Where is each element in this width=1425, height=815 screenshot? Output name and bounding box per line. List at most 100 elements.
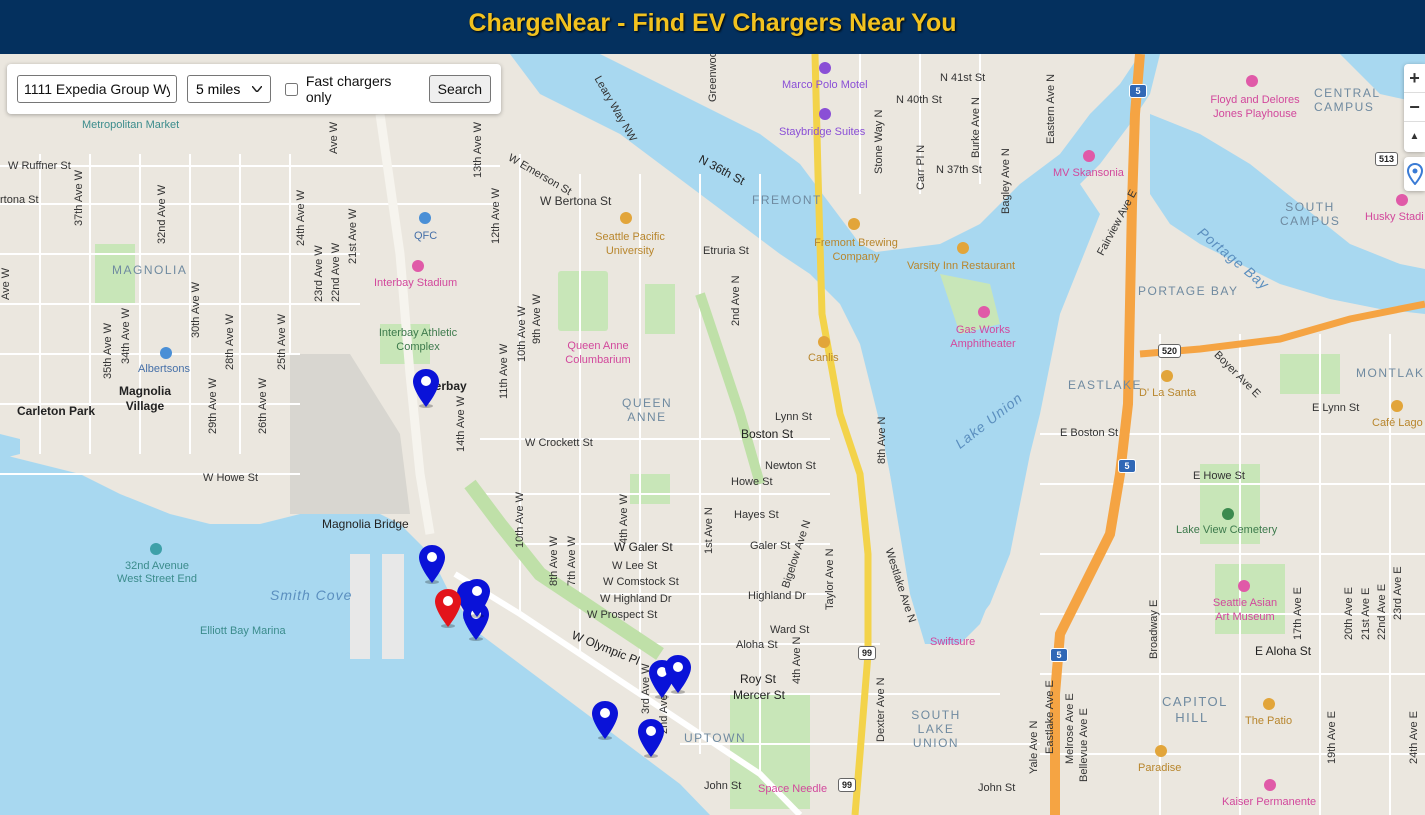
- street-label: E Aloha St: [1255, 644, 1312, 658]
- charger-marker[interactable]: [412, 368, 440, 408]
- user-location-marker[interactable]: [434, 588, 462, 628]
- area-label: QUEEN ANNE: [622, 396, 673, 424]
- place-label: MV Skansonia: [1053, 167, 1124, 179]
- street-label: 24th Ave E: [1408, 710, 1420, 764]
- salmon-bay-edge: [0, 434, 20, 459]
- charger-marker[interactable]: [664, 654, 692, 694]
- street-label: Ave W: [0, 267, 12, 300]
- street-label: Roy St: [740, 672, 777, 686]
- street-label: W Bertona St: [540, 194, 612, 208]
- street-label: 10th Ave W: [516, 305, 528, 362]
- map-canvas[interactable]: W Ruffner St rtona St W Bertona St W Eme…: [0, 54, 1425, 815]
- restaurant-icon: [1161, 370, 1173, 382]
- street-label: 29th Ave W: [207, 377, 219, 434]
- hotel-icon: [819, 108, 831, 120]
- street-label: 13th Ave W: [472, 121, 484, 178]
- street-label: 20th Ave E: [1343, 586, 1355, 640]
- street-label: 12th Ave W: [490, 187, 502, 244]
- street-label: W Lee St: [612, 560, 658, 572]
- hospital-icon: [1264, 779, 1276, 791]
- street-label: Bellevue Ave E: [1078, 708, 1090, 782]
- street-label: 17th Ave E: [1292, 586, 1304, 640]
- place-label: Swiftsure: [930, 636, 976, 648]
- place-label: Carleton Park: [17, 404, 96, 418]
- route-shield: 99: [858, 646, 877, 660]
- chevron-down-icon: [251, 86, 262, 92]
- street-label: Magnolia Bridge: [322, 517, 409, 531]
- place-label: Marco Polo Motel: [782, 79, 868, 91]
- street-label: 34th Ave W: [120, 307, 132, 364]
- place-label: Canlis: [808, 352, 839, 364]
- fast-chargers-checkbox[interactable]: [284, 82, 298, 96]
- drink-icon: [1155, 745, 1167, 757]
- stadium-icon: [412, 260, 424, 272]
- route-shield: 99: [838, 778, 857, 792]
- compass-reset-button[interactable]: ▲: [1404, 122, 1425, 151]
- interstate-shield: 5: [1129, 84, 1147, 98]
- sr520-highway: [1139, 300, 1425, 358]
- radius-select[interactable]: 5 miles: [187, 75, 271, 103]
- shopping-icon: [419, 212, 431, 224]
- zoom-in-button[interactable]: +: [1404, 64, 1425, 93]
- street-label: N 40th St: [896, 94, 942, 106]
- street-label: W Howe St: [203, 472, 259, 484]
- restaurant-icon: [957, 242, 969, 254]
- place-label: Interbay Stadium: [374, 277, 458, 289]
- fast-chargers-toggle[interactable]: Fast chargers only: [284, 73, 419, 105]
- street-label: Newton St: [765, 460, 816, 472]
- area-label: SOUTH LAKE UNION: [911, 708, 961, 750]
- street-label: 21st Ave E: [1360, 587, 1372, 640]
- street-label: Mercer St: [733, 688, 786, 702]
- north-arrow-icon: ▲: [1409, 131, 1420, 142]
- radius-selected-value: 5 miles: [196, 81, 241, 97]
- street-label: 7th Ave W: [566, 536, 578, 586]
- street-label: N 37th St: [936, 164, 982, 176]
- street-label: 4th Ave W: [618, 494, 630, 544]
- fast-chargers-label: Fast chargers only: [305, 73, 392, 105]
- street-label: 1st Ave N: [703, 507, 715, 554]
- street-label: Taylor Ave N: [824, 548, 836, 610]
- charger-marker[interactable]: [463, 578, 491, 618]
- interstate-shield: 5: [1118, 459, 1136, 473]
- street-label: E Howe St: [1193, 470, 1245, 482]
- street-label: 23rd Ave E: [1392, 566, 1404, 620]
- address-input[interactable]: [17, 75, 177, 103]
- street-label: Melrose Ave E: [1064, 693, 1076, 764]
- street-label: 30th Ave W: [190, 281, 202, 338]
- street-label: Howe St: [731, 476, 773, 488]
- street-label: W Ruffner St: [8, 160, 71, 172]
- zoom-out-button[interactable]: −: [1404, 93, 1425, 122]
- area-label: MAGNOLIA: [112, 263, 188, 277]
- street-label: 19th Ave E: [1326, 710, 1338, 764]
- charger-marker[interactable]: [418, 544, 446, 584]
- water-label: Smith Cove: [270, 587, 353, 603]
- attraction-icon: [1083, 150, 1095, 162]
- restaurant-icon: [818, 336, 830, 348]
- street-label: E Lynn St: [1312, 402, 1360, 414]
- search-button[interactable]: Search: [428, 75, 491, 103]
- charger-marker[interactable]: [637, 718, 665, 758]
- theater-icon: [1246, 75, 1258, 87]
- place-label: Elliott Bay Marina: [200, 625, 286, 637]
- locate-me-button[interactable]: [1404, 157, 1425, 191]
- charger-marker[interactable]: [591, 700, 619, 740]
- street-label: rtona St: [0, 194, 39, 206]
- street-label: 8th Ave W: [548, 536, 560, 586]
- page-title: ChargeNear - Find EV Chargers Near You: [468, 8, 957, 37]
- street-label: Galer St: [750, 540, 791, 552]
- place-label: 32nd Avenue West Street End: [117, 560, 197, 585]
- place-label: Paradise: [1138, 762, 1182, 774]
- area-label: SOUTH CAMPUS: [1280, 200, 1341, 228]
- place-label: Floyd and Delores Jones Playhouse: [1210, 94, 1300, 120]
- street-label: 22nd Ave E: [1376, 583, 1388, 640]
- area-label: MONTLAKE: [1356, 366, 1425, 380]
- place-label: Varsity Inn Restaurant: [907, 260, 1016, 272]
- street-label: E Boston St: [1060, 427, 1119, 439]
- school-icon: [620, 212, 632, 224]
- street-label: 25th Ave W: [276, 313, 288, 370]
- street-label: 37th Ave W: [73, 169, 85, 226]
- street-label: 8th Ave N: [876, 416, 888, 465]
- street-label: Yale Ave N: [1028, 720, 1040, 774]
- street-label: Eastlake Ave E: [1044, 680, 1056, 754]
- street-label: 24th Ave W: [295, 189, 307, 246]
